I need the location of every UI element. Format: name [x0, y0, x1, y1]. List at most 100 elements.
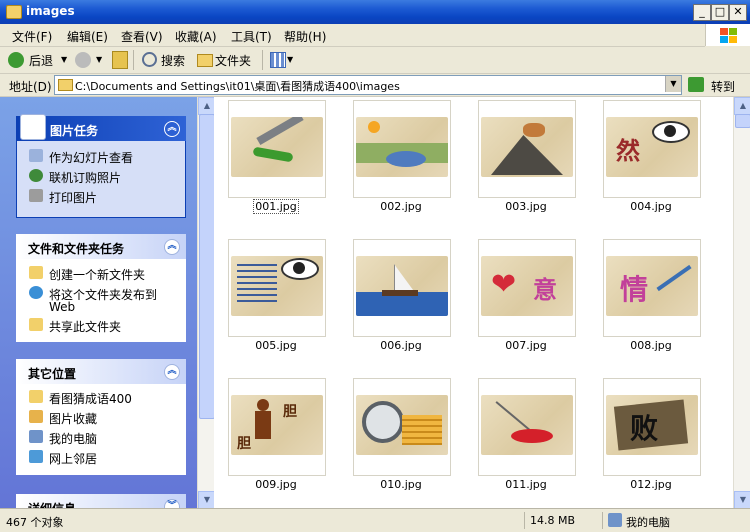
file-thumbnail[interactable]	[228, 100, 326, 198]
computer-icon	[608, 513, 622, 527]
file-thumbnail[interactable]: 情	[603, 239, 701, 337]
file-name[interactable]: 008.jpg	[603, 339, 699, 352]
task-slideshow[interactable]: 作为幻灯片查看	[29, 149, 133, 166]
scroll-thumb[interactable]	[735, 114, 750, 128]
my-pictures-icon	[29, 410, 43, 423]
menu-tools[interactable]: 工具(T)	[231, 28, 272, 45]
scroll-up-button[interactable]: ▲	[734, 97, 750, 115]
task-pane-scrollbar[interactable]: ▲ ▼	[197, 97, 216, 509]
thumbnail-image	[356, 117, 448, 177]
task-order-prints[interactable]: 联机订购照片	[29, 169, 121, 186]
views-icon[interactable]	[270, 52, 286, 68]
file-thumbnail[interactable]: ❤ 意	[478, 239, 576, 337]
thumbnail-image: ❤ 意	[481, 256, 573, 316]
forward-button[interactable]	[75, 52, 91, 68]
maximize-button[interactable]: □	[711, 4, 729, 21]
menu-help[interactable]: 帮助(H)	[284, 28, 326, 45]
task-new-folder[interactable]: 创建一个新文件夹	[29, 266, 145, 283]
file-name[interactable]: 006.jpg	[353, 339, 449, 352]
file-thumbnail[interactable]	[228, 239, 326, 337]
thumbnail-image	[481, 395, 573, 455]
thumbnail-image	[481, 117, 573, 177]
picture-tasks-panel: 图片任务 ︽ 作为幻灯片查看 联机订购照片 打印图片	[16, 114, 186, 218]
menu-edit[interactable]: 编辑(E)	[67, 28, 108, 45]
close-button[interactable]: ✕	[729, 4, 747, 21]
file-name[interactable]: 004.jpg	[603, 200, 699, 213]
printer-icon	[29, 189, 43, 202]
menu-view[interactable]: 查看(V)	[121, 28, 163, 45]
scroll-down-button[interactable]: ▼	[734, 491, 750, 509]
file-thumbnail[interactable]	[353, 239, 451, 337]
file-thumbnail[interactable]	[353, 100, 451, 198]
file-name[interactable]: 003.jpg	[478, 200, 574, 213]
file-name[interactable]: 001.jpg	[228, 199, 324, 214]
address-input[interactable]: C:\Documents and Settings\it01\桌面\看图猜成语4…	[54, 75, 682, 95]
folder-icon	[29, 390, 43, 403]
windows-logo-icon	[705, 24, 750, 46]
collapse-icon[interactable]: ︽	[164, 121, 180, 137]
file-thumbnail[interactable]: 胆 胆	[228, 378, 326, 476]
title-bar[interactable]: images _ □ ✕	[0, 0, 750, 24]
task-publish-web-2[interactable]: Web	[49, 300, 75, 314]
place-my-computer[interactable]: 我的电脑	[29, 430, 97, 447]
other-places-title: 其它位置	[28, 367, 77, 381]
file-name[interactable]: 007.jpg	[478, 339, 574, 352]
picture-tasks-title: 图片任务	[50, 124, 99, 138]
up-folder-icon[interactable]	[112, 51, 128, 69]
file-tasks-panel: 文件和文件夹任务 ︽ 创建一个新文件夹 将这个文件夹发布到 Web 共享此文件夹	[16, 234, 186, 342]
go-button[interactable]: 转到	[711, 78, 735, 95]
window-title: images	[26, 4, 75, 18]
file-thumbnail[interactable]	[478, 100, 576, 198]
file-tasks-header[interactable]: 文件和文件夹任务 ︽	[16, 234, 186, 259]
status-location: 我的电脑	[626, 516, 670, 529]
place-my-pictures[interactable]: 图片收藏	[29, 410, 97, 427]
chevron-down-icon[interactable]: ▼	[96, 55, 102, 64]
thumbnail-image: 败	[606, 395, 698, 455]
file-tasks-title: 文件和文件夹任务	[28, 242, 125, 256]
thumbnail-image: 胆 胆	[231, 395, 323, 455]
menu-file[interactable]: 文件(F)	[12, 28, 52, 45]
chevron-down-icon[interactable]: ▼	[61, 55, 67, 64]
back-arrow-icon	[8, 52, 24, 68]
chevron-down-icon[interactable]: ▼	[287, 55, 293, 64]
file-name[interactable]: 012.jpg	[603, 478, 699, 491]
file-thumbnail[interactable]: 败	[603, 378, 701, 476]
file-name[interactable]: 010.jpg	[353, 478, 449, 491]
scroll-thumb[interactable]	[199, 114, 215, 419]
thumbnail-image	[356, 256, 448, 316]
other-places-header[interactable]: 其它位置 ︽	[16, 359, 186, 384]
file-name[interactable]: 009.jpg	[228, 478, 324, 491]
task-pane: 图片任务 ︽ 作为幻灯片查看 联机订购照片 打印图片 文件和文件夹任务 ︽ 创建…	[0, 97, 197, 508]
place-network[interactable]: 网上邻居	[29, 450, 97, 467]
picture-tasks-header[interactable]: 图片任务 ︽	[16, 114, 186, 141]
file-thumbnail[interactable]: 然	[603, 100, 701, 198]
file-thumbnail[interactable]	[353, 378, 451, 476]
menu-bar: 文件(F) 编辑(E) 查看(V) 收藏(A) 工具(T) 帮助(H)	[0, 24, 705, 47]
details-header[interactable]: 详细信息 ︾	[16, 494, 186, 508]
go-arrow-icon[interactable]	[688, 77, 704, 92]
address-bar: 地址(D) C:\Documents and Settings\it01\桌面\…	[0, 74, 750, 97]
address-dropdown-button[interactable]: ▼	[665, 76, 681, 92]
collapse-icon[interactable]: ︽	[164, 364, 180, 380]
task-share-folder[interactable]: 共享此文件夹	[29, 318, 121, 335]
details-panel: 详细信息 ︾	[16, 494, 186, 508]
thumbnail-image	[356, 395, 448, 455]
new-folder-icon	[29, 266, 43, 279]
task-print[interactable]: 打印图片	[29, 189, 97, 206]
globe-icon	[29, 286, 43, 299]
folders-label: 文件夹	[215, 54, 252, 68]
slideshow-icon	[29, 149, 43, 162]
collapse-icon[interactable]: ︽	[164, 239, 180, 255]
place-kantu[interactable]: 看图猜成语400	[29, 390, 132, 407]
menu-favorites[interactable]: 收藏(A)	[175, 28, 217, 45]
file-name[interactable]: 002.jpg	[353, 200, 449, 213]
folder-icon	[6, 5, 22, 19]
expand-icon[interactable]: ︾	[164, 499, 180, 508]
file-view-scrollbar[interactable]: ▲ ▼	[733, 97, 750, 509]
total-size: 14.8 MB	[530, 514, 576, 527]
minimize-button[interactable]: _	[693, 4, 711, 21]
network-icon	[29, 450, 43, 463]
file-name[interactable]: 011.jpg	[478, 478, 574, 491]
file-name[interactable]: 005.jpg	[228, 339, 324, 352]
file-thumbnail[interactable]	[478, 378, 576, 476]
